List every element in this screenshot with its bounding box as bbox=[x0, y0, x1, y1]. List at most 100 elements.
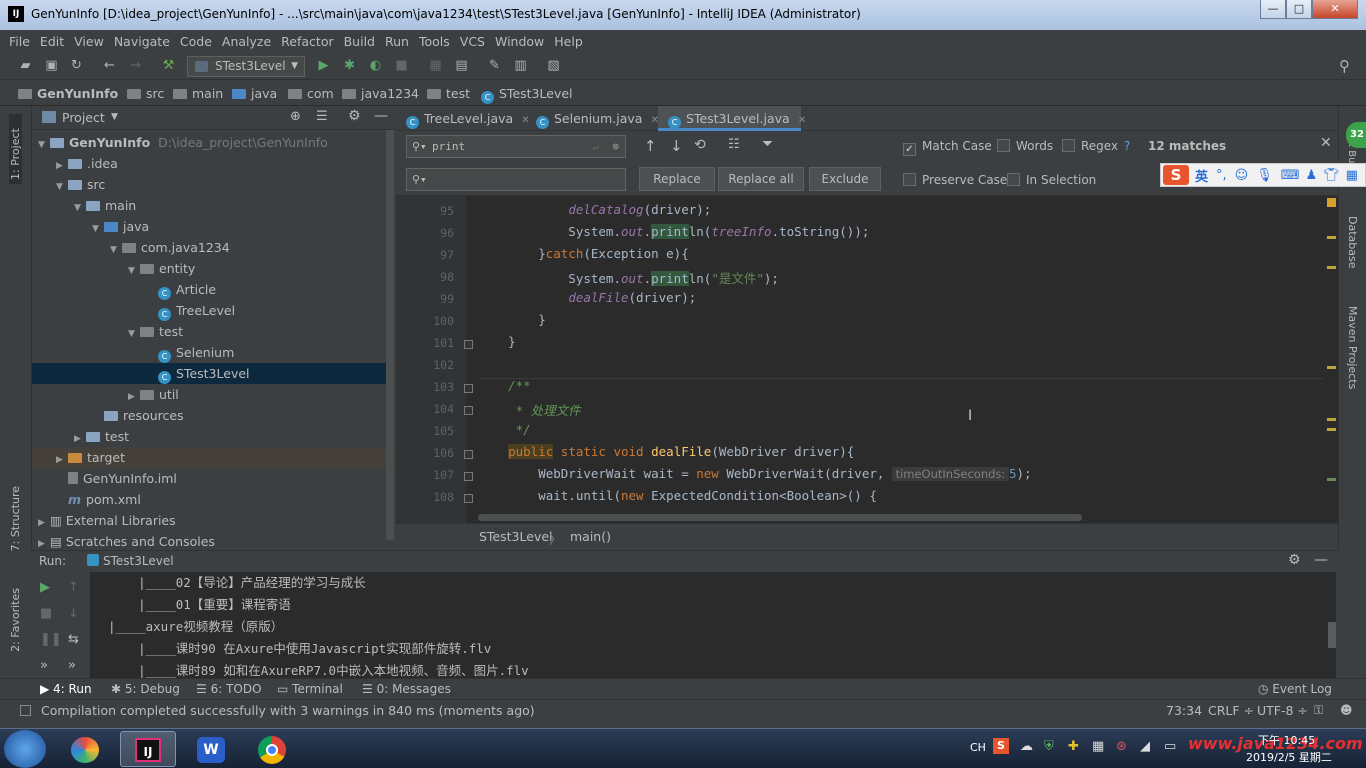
editor-tab[interactable]: C STest3Level.java ✕ bbox=[658, 106, 806, 131]
code-line[interactable]: } bbox=[478, 334, 516, 349]
tree-item[interactable]: ▶ ▥ External Libraries bbox=[32, 510, 388, 531]
wps-taskbar-icon[interactable]: W bbox=[183, 731, 239, 767]
code-line[interactable]: System.out.println(treeInfo.toString()); bbox=[478, 224, 869, 239]
build-hammer-icon[interactable]: ⚒ bbox=[161, 59, 176, 73]
tab-run[interactable]: ▶ 4: Run bbox=[40, 682, 92, 696]
words-checkbox[interactable]: Words bbox=[997, 139, 1053, 153]
project-tool-tab[interactable]: 1: Project bbox=[9, 114, 22, 184]
tree-item[interactable]: ▼ main bbox=[32, 195, 388, 216]
tab-todo[interactable]: ☰ 6: TODO bbox=[196, 682, 262, 696]
tree-item[interactable]: ▼ GenYunInfo D:\idea_project\GenYunInfo bbox=[32, 132, 388, 153]
breadcrumb-test[interactable]: test bbox=[427, 86, 470, 101]
tree-item[interactable]: ▶ target bbox=[32, 447, 388, 468]
project-panel-title[interactable]: Project bbox=[62, 110, 105, 125]
breadcrumb-java[interactable]: java bbox=[232, 86, 277, 101]
fold-marker-icon[interactable] bbox=[464, 494, 473, 503]
menu-window[interactable]: Window bbox=[495, 34, 544, 49]
match-case-checkbox[interactable]: ✓ Match Case bbox=[903, 139, 992, 156]
code-line[interactable]: dealFile(driver); bbox=[478, 290, 696, 305]
in-selection-checkbox[interactable]: In Selection bbox=[1007, 173, 1096, 187]
select-all-occurrences-icon[interactable]: ☷ bbox=[728, 137, 740, 152]
tools-grid-icon[interactable]: ▦ bbox=[1346, 168, 1358, 183]
replace-button[interactable]: Replace bbox=[639, 167, 715, 191]
tab-terminal[interactable]: ▭ Terminal bbox=[277, 682, 343, 696]
code-line[interactable]: }catch(Exception e){ bbox=[478, 246, 689, 261]
hide-icon[interactable]: — bbox=[1314, 552, 1328, 568]
lock-icon[interactable]: ⚿ bbox=[1314, 703, 1323, 718]
coverage-icon[interactable]: ◐ bbox=[368, 59, 383, 73]
tree-item[interactable]: ▶ ▤ Scratches and Consoles bbox=[32, 531, 388, 552]
code-line[interactable]: System.out.println("是文件"); bbox=[478, 268, 779, 287]
volume-tray-icon[interactable]: ◢ bbox=[1140, 739, 1150, 754]
punctuation-icon[interactable]: °, bbox=[1216, 168, 1227, 183]
editor-tab[interactable]: C TreeLevel.java ✕ bbox=[396, 106, 530, 131]
stop-icon[interactable]: ■ bbox=[40, 606, 52, 621]
menu-build[interactable]: Build bbox=[344, 34, 375, 49]
search-input[interactable]: ⚲▾ print ↵ ⊗ bbox=[406, 135, 626, 158]
breadcrumb-stest3level[interactable]: C STest3Level bbox=[481, 86, 573, 104]
mic-icon[interactable]: 🎙︎ bbox=[1256, 168, 1273, 183]
code-line[interactable]: } bbox=[478, 312, 546, 327]
preserve-case-checkbox[interactable]: Preserve Case bbox=[903, 173, 1007, 187]
search-icon[interactable]: ⚲ bbox=[1337, 59, 1352, 74]
chevron-down-icon[interactable]: ▼ bbox=[111, 112, 118, 122]
tree-item[interactable]: C STest3Level bbox=[32, 363, 388, 384]
close-icon[interactable]: ✕ bbox=[795, 115, 806, 126]
app-colorful-icon[interactable] bbox=[57, 731, 113, 767]
menu-analyze[interactable]: Analyze bbox=[222, 34, 271, 49]
console-scrollbar[interactable] bbox=[1328, 622, 1336, 648]
project-scrollbar[interactable] bbox=[386, 130, 394, 540]
menu-tools[interactable]: Tools bbox=[419, 34, 450, 49]
skin-icon[interactable]: 👕︎ bbox=[1323, 168, 1340, 183]
menu-refactor[interactable]: Refactor bbox=[281, 34, 333, 49]
maven-tool-tab[interactable]: Maven Projects bbox=[1346, 306, 1359, 389]
code-editor[interactable]: 95 96 97 98 99 100 101 102 103 104 105 106 107 108 de… bbox=[396, 196, 1338, 523]
tree-item[interactable]: resources bbox=[32, 405, 388, 426]
console-output[interactable]: |____02【导论】产品经理的学习与成长 |____01【重要】课程寄语 |__… bbox=[90, 572, 1336, 678]
gear-icon[interactable]: ⚙ bbox=[1288, 552, 1301, 568]
code-line[interactable]: WebDriverWait wait = new WebDriverWait(d… bbox=[478, 466, 1032, 481]
ime-language-label[interactable]: 英 bbox=[1195, 166, 1208, 185]
replace-input[interactable]: ⚲▾ bbox=[406, 168, 626, 191]
forward-icon[interactable]: → bbox=[128, 59, 143, 73]
user-icon[interactable]: ♟ bbox=[1306, 168, 1318, 183]
collapse-icon[interactable]: ☰ bbox=[316, 109, 328, 124]
breadcrumb-java1234[interactable]: java1234 bbox=[342, 86, 419, 101]
shield-tray-icon[interactable]: ⛨ bbox=[1044, 739, 1054, 754]
event-log-tab[interactable]: ◷ Event Log bbox=[1258, 682, 1332, 696]
next-match-icon[interactable]: ↓ bbox=[670, 137, 683, 155]
run-icon[interactable]: ▶ bbox=[316, 59, 331, 73]
rerun-icon[interactable]: ▶ bbox=[40, 580, 50, 595]
menu-edit[interactable]: Edit bbox=[40, 34, 64, 49]
code-line[interactable]: public static void dealFile(WebDriver dr… bbox=[478, 444, 854, 459]
sogou-logo-icon[interactable]: S bbox=[1163, 165, 1189, 185]
menu-file[interactable]: File bbox=[9, 34, 30, 49]
sogou-tray-icon[interactable]: S bbox=[993, 738, 1009, 754]
regex-checkbox[interactable]: Regex bbox=[1062, 139, 1118, 153]
database-tool-tab[interactable]: Database bbox=[1346, 216, 1359, 269]
notification-badge[interactable]: 32 bbox=[1346, 122, 1366, 148]
tree-item[interactable]: ▶ test bbox=[32, 426, 388, 447]
save-icon[interactable]: ▣ bbox=[44, 59, 59, 73]
tab-messages[interactable]: ☰ 0: Messages bbox=[362, 682, 451, 696]
fold-marker-icon[interactable] bbox=[464, 340, 473, 349]
close-button[interactable]: ✕ bbox=[1312, 0, 1358, 19]
tree-item[interactable]: GenYunInfo.iml bbox=[32, 468, 388, 489]
monitor-tray-icon[interactable]: ▭ bbox=[1164, 739, 1176, 754]
code-line[interactable]: wait.until(new ExpectedCondition<Boolean… bbox=[478, 488, 877, 503]
network-tray-icon[interactable]: ▦ bbox=[1092, 739, 1104, 754]
scroll-up-icon[interactable]: ↑ bbox=[68, 580, 79, 595]
vcs-icon[interactable]: ▧ bbox=[546, 59, 561, 73]
sync-icon[interactable]: ↻ bbox=[69, 59, 84, 73]
filter-icon[interactable]: ⏷ bbox=[762, 136, 773, 152]
keyboard-icon[interactable]: ⌨ bbox=[1281, 168, 1300, 183]
menu-help[interactable]: Help bbox=[554, 34, 583, 49]
settings-wrench-icon[interactable]: ✎ bbox=[487, 59, 502, 73]
menu-view[interactable]: View bbox=[74, 34, 104, 49]
find-all-icon[interactable]: ⟲ bbox=[694, 137, 706, 153]
tree-item[interactable]: ▶ util bbox=[32, 384, 388, 405]
open-folder-icon[interactable]: ▰ bbox=[18, 59, 33, 73]
tree-item[interactable]: ▼ com.java1234 bbox=[32, 237, 388, 258]
plus-tray-icon[interactable]: ✚ bbox=[1068, 739, 1079, 754]
menu-vcs[interactable]: VCS bbox=[460, 34, 485, 49]
